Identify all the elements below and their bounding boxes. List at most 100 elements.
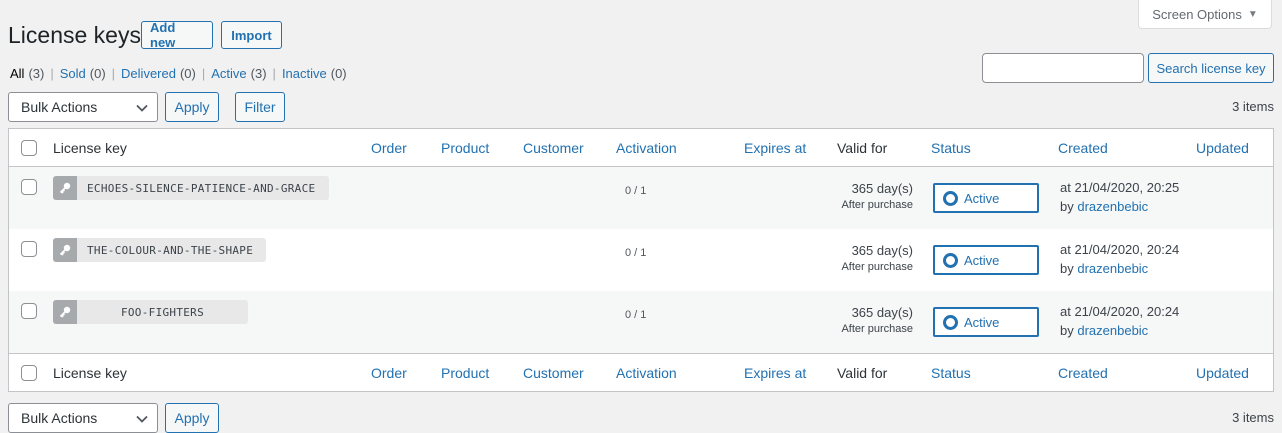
created-info: at 21/04/2020, 20:25 by drazenbebic <box>1060 178 1179 216</box>
search-license-key-button[interactable]: Search license key <box>1148 53 1274 83</box>
license-keys-table: License key Order Product Customer Activ… <box>8 128 1274 392</box>
license-key-text: THE-COLOUR-AND-THE-SHAPE <box>87 243 254 257</box>
separator: | <box>111 66 116 81</box>
column-status[interactable]: Status <box>931 140 971 156</box>
valid-after: After purchase <box>841 199 913 211</box>
column-created[interactable]: Created <box>1058 140 1108 156</box>
filter-delivered-count: (0) <box>179 66 196 81</box>
filter-delivered[interactable]: Delivered (0) <box>121 66 196 81</box>
chevron-down-icon <box>136 415 148 423</box>
table-row: THE-COLOUR-AND-THE-SHAPE 0 / 1 365 day(s… <box>9 229 1273 291</box>
screen-options-label: Screen Options <box>1152 6 1242 22</box>
created-info: at 21/04/2020, 20:24 by drazenbebic <box>1060 240 1179 278</box>
activation-count: 0 / 1 <box>625 247 647 259</box>
circle-icon <box>943 314 958 330</box>
filter-inactive[interactable]: Inactive (0) <box>282 66 347 81</box>
license-key-chip[interactable]: FOO-FIGHTERS <box>53 300 248 324</box>
filter-inactive-count: (0) <box>330 66 347 81</box>
valid-for: 365 day(s) After purchase <box>837 243 913 273</box>
valid-after: After purchase <box>841 323 913 335</box>
column-customer[interactable]: Customer <box>523 140 584 156</box>
column-activation[interactable]: Activation <box>616 365 677 381</box>
license-key-chip[interactable]: THE-COLOUR-AND-THE-SHAPE <box>53 238 266 262</box>
status-badge: Active <box>933 183 1039 213</box>
status-label: Active <box>964 314 1000 330</box>
created-by-prefix: by <box>1060 323 1074 338</box>
filter-inactive-label: Inactive <box>281 66 327 81</box>
filter-active[interactable]: Active (3) <box>211 66 266 81</box>
bulk-actions-label: Bulk Actions <box>21 410 98 426</box>
column-activation[interactable]: Activation <box>616 140 677 156</box>
column-order[interactable]: Order <box>371 140 407 156</box>
created-by-prefix: by <box>1060 261 1074 276</box>
chevron-down-icon <box>136 104 148 112</box>
filter-button[interactable]: Filter <box>235 92 285 122</box>
license-key-text: FOO-FIGHTERS <box>120 305 205 319</box>
column-updated[interactable]: Updated <box>1196 365 1249 381</box>
separator: | <box>50 66 54 81</box>
bulk-actions-select-bottom[interactable]: Bulk Actions <box>8 403 158 433</box>
apply-button-top[interactable]: Apply <box>165 92 219 122</box>
author-link[interactable]: drazenbebic <box>1077 199 1148 214</box>
valid-for: 365 day(s) After purchase <box>837 181 913 211</box>
import-button[interactable]: Import <box>221 21 282 49</box>
select-all-checkbox[interactable] <box>21 140 37 156</box>
circle-icon <box>943 190 958 206</box>
license-key-chip[interactable]: ECHOES-SILENCE-PATIENCE-AND-GRACE <box>53 176 329 200</box>
column-product[interactable]: Product <box>441 140 489 156</box>
key-icon <box>53 238 77 262</box>
select-all-checkbox-footer[interactable] <box>21 365 37 381</box>
status-filter-links: All (3) | Sold (0) | Delivered (0) | Act… <box>10 66 347 81</box>
status-badge: Active <box>933 245 1039 275</box>
filter-sold-count: (0) <box>89 66 106 81</box>
valid-days: 365 day(s) <box>851 305 913 320</box>
status-label: Active <box>964 190 1000 206</box>
valid-after: After purchase <box>841 261 913 273</box>
author-link[interactable]: drazenbebic <box>1077 261 1148 276</box>
created-date: at 21/04/2020, 20:25 <box>1060 180 1180 195</box>
status-badge: Active <box>933 307 1039 337</box>
filter-sold-label: Sold <box>59 66 86 81</box>
add-new-button[interactable]: Add new <box>141 20 213 50</box>
bulk-actions-select-top[interactable]: Bulk Actions <box>8 92 158 122</box>
items-count-top: 3 items <box>1232 99 1274 114</box>
activation-count: 0 / 1 <box>625 185 647 197</box>
filter-delivered-label: Delivered <box>121 66 176 81</box>
column-expires-at[interactable]: Expires at <box>744 365 806 381</box>
filter-all-label: All <box>10 66 25 81</box>
row-checkbox[interactable] <box>21 179 37 195</box>
filter-all-count: (3) <box>28 66 45 81</box>
apply-button-bottom[interactable]: Apply <box>165 403 219 433</box>
table-row: ECHOES-SILENCE-PATIENCE-AND-GRACE 0 / 1 … <box>9 167 1273 229</box>
column-status[interactable]: Status <box>931 365 971 381</box>
circle-icon <box>943 252 958 268</box>
table-footer: License key Order Product Customer Activ… <box>9 353 1273 391</box>
column-license-key: License key <box>53 365 127 381</box>
created-by-prefix: by <box>1060 199 1074 214</box>
author-link[interactable]: drazenbebic <box>1077 323 1148 338</box>
separator: | <box>201 66 206 81</box>
created-date: at 21/04/2020, 20:24 <box>1060 304 1180 319</box>
screen-options-button[interactable]: Screen Options ▼ <box>1138 0 1272 29</box>
column-expires-at[interactable]: Expires at <box>744 140 806 156</box>
row-checkbox[interactable] <box>21 303 37 319</box>
filter-active-count: (3) <box>250 66 267 81</box>
search-input[interactable] <box>982 53 1144 83</box>
row-checkbox[interactable] <box>21 241 37 257</box>
created-info: at 21/04/2020, 20:24 by drazenbebic <box>1060 302 1179 340</box>
separator: | <box>272 66 276 81</box>
table-row: FOO-FIGHTERS 0 / 1 365 day(s) After purc… <box>9 291 1273 353</box>
column-created[interactable]: Created <box>1058 365 1108 381</box>
column-updated[interactable]: Updated <box>1196 140 1249 156</box>
status-label: Active <box>964 252 1000 268</box>
column-product[interactable]: Product <box>441 365 489 381</box>
column-customer[interactable]: Customer <box>523 365 584 381</box>
filter-all[interactable]: All (3) <box>10 66 44 81</box>
bulk-actions-label: Bulk Actions <box>21 99 98 115</box>
filter-active-label: Active <box>211 66 247 81</box>
filter-sold[interactable]: Sold (0) <box>60 66 106 81</box>
valid-days: 365 day(s) <box>851 243 913 258</box>
column-order[interactable]: Order <box>371 365 407 381</box>
license-key-text: ECHOES-SILENCE-PATIENCE-AND-GRACE <box>87 181 316 195</box>
page-title: License keys <box>8 22 141 48</box>
